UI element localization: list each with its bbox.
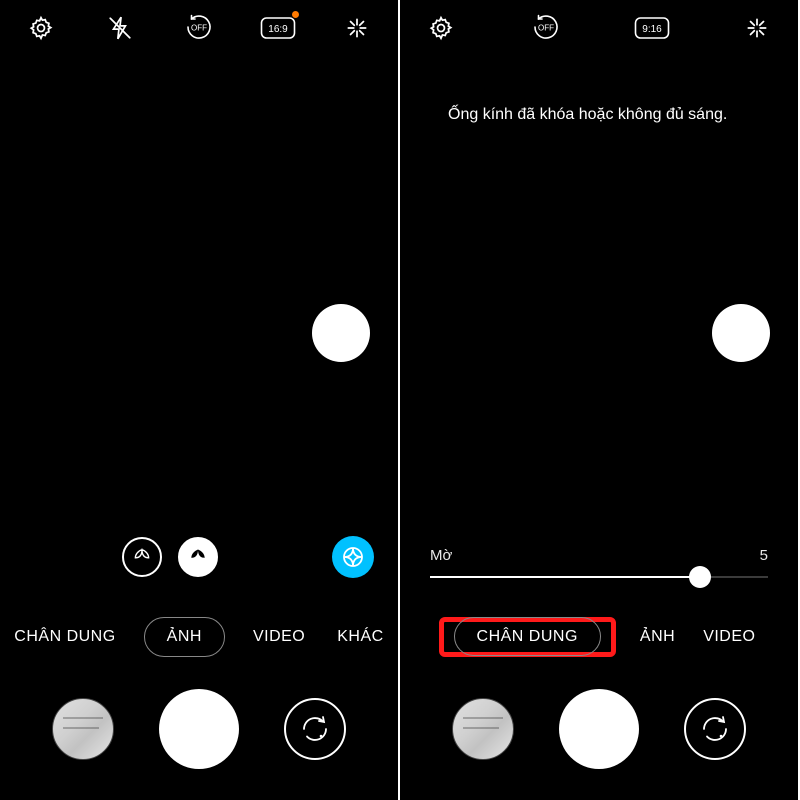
mode-photo[interactable]: ẢNH — [144, 617, 225, 657]
shutter-button[interactable] — [559, 689, 639, 769]
mode-strip[interactable]: CHÂN DUNG ẢNH VIDEO KHÁC — [0, 606, 398, 668]
blur-track-fill — [430, 576, 700, 578]
settings-icon[interactable] — [418, 5, 464, 51]
viewfinder[interactable]: Ống kính đã khóa hoặc không đủ sáng. — [400, 56, 798, 580]
mode-portrait[interactable]: CHÂN DUNG — [10, 620, 119, 654]
bottom-bar — [0, 668, 398, 800]
shutter-button[interactable] — [159, 689, 239, 769]
blur-label-left: Mờ — [430, 547, 452, 564]
blur-thumb[interactable] — [689, 566, 711, 588]
bottom-bar — [400, 668, 798, 800]
filter-row — [0, 532, 398, 582]
switch-camera-button[interactable] — [684, 698, 746, 760]
mode-more[interactable]: KHÁC — [333, 620, 387, 654]
floating-shutter-button[interactable] — [312, 304, 370, 362]
switch-camera-button[interactable] — [284, 698, 346, 760]
gallery-thumbnail[interactable] — [52, 698, 114, 760]
top-toolbar: OFF 9:16 — [400, 0, 798, 56]
svg-text:16:9: 16:9 — [268, 24, 288, 35]
svg-text:OFF: OFF — [538, 24, 554, 33]
magic-wand-icon[interactable] — [734, 5, 780, 51]
effects-icon[interactable] — [332, 536, 374, 578]
timer-off-icon[interactable]: OFF — [176, 5, 222, 51]
highlight-annotation: CHÂN DUNG — [439, 617, 616, 657]
top-toolbar: OFF 16:9 — [0, 0, 398, 56]
phone-left: OFF 16:9 — [0, 0, 400, 800]
beauty-on-icon[interactable] — [178, 537, 218, 577]
lens-warning-text: Ống kính đã khóa hoặc không đủ sáng. — [448, 104, 758, 126]
indicator-dot — [292, 11, 299, 18]
magic-wand-icon[interactable] — [334, 5, 380, 51]
aspect-ratio-icon[interactable]: 16:9 — [255, 5, 301, 51]
settings-icon[interactable] — [18, 5, 64, 51]
mode-strip[interactable]: CHÂN DUNG ẢNH VIDEO — [400, 606, 798, 668]
mode-photo[interactable]: ẢNH — [636, 620, 679, 654]
aspect-ratio-icon[interactable]: 9:16 — [629, 5, 675, 51]
floating-shutter-button[interactable] — [712, 304, 770, 362]
mode-video[interactable]: VIDEO — [699, 620, 759, 654]
mode-portrait[interactable]: CHÂN DUNG — [454, 617, 601, 656]
blur-slider[interactable]: Mờ 5 — [430, 547, 768, 578]
flash-off-icon[interactable] — [97, 5, 143, 51]
blur-slider-labels: Mờ 5 — [430, 547, 768, 564]
gallery-thumbnail[interactable] — [452, 698, 514, 760]
svg-text:9:16: 9:16 — [642, 24, 662, 35]
blur-label-right: 5 — [760, 547, 768, 564]
phone-right: OFF 9:16 Ống kính đã khóa hoặc không đủ … — [400, 0, 800, 800]
viewfinder[interactable] — [0, 56, 398, 580]
blur-track[interactable] — [430, 576, 768, 578]
mode-video[interactable]: VIDEO — [249, 620, 309, 654]
beauty-off-icon[interactable] — [122, 537, 162, 577]
svg-text:OFF: OFF — [191, 24, 207, 33]
timer-off-icon[interactable]: OFF — [523, 5, 569, 51]
